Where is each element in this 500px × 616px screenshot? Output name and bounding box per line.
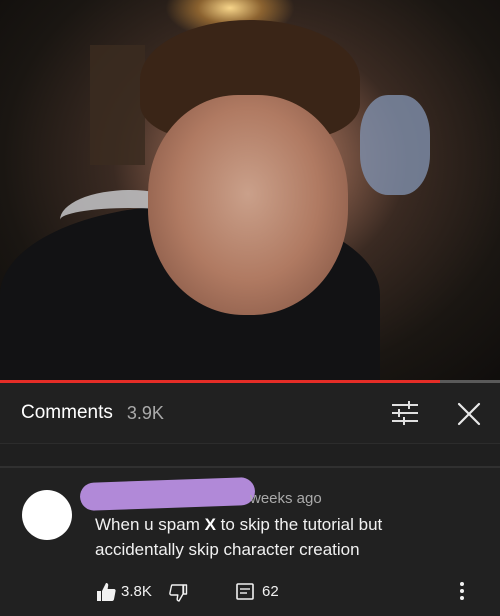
close-icon[interactable] xyxy=(455,400,483,428)
header-divider xyxy=(0,443,500,444)
video-frame-shelf xyxy=(90,45,145,165)
thumbs-up-icon[interactable] xyxy=(96,582,116,602)
video-player[interactable] xyxy=(0,0,500,383)
sort-filter-icon[interactable] xyxy=(390,399,420,427)
redacted-username xyxy=(79,476,256,512)
more-vertical-icon[interactable] xyxy=(452,580,472,602)
avatar[interactable] xyxy=(22,490,72,540)
reply-icon[interactable] xyxy=(235,582,255,602)
comment-actions: 3.8K 62 xyxy=(0,580,500,606)
thumbs-down-icon[interactable] xyxy=(168,583,188,603)
like-count: 3.8K xyxy=(121,583,152,600)
comment-timestamp: weeks ago xyxy=(250,490,322,507)
comment-text-start: When u spam xyxy=(95,515,205,534)
comment-text-bold: X xyxy=(204,515,216,534)
comments-header: Comments 3.9K xyxy=(0,383,500,443)
video-frame-face xyxy=(148,95,348,315)
reply-count: 62 xyxy=(262,583,279,600)
comment-item: weeks ago When u spam X to skip the tuto… xyxy=(0,468,500,616)
comment-text: When u spam X to skip the tutorial but a… xyxy=(95,512,425,562)
comments-title: Comments xyxy=(21,402,113,423)
video-frame-background-person xyxy=(360,95,430,195)
comments-count: 3.9K xyxy=(126,402,164,423)
